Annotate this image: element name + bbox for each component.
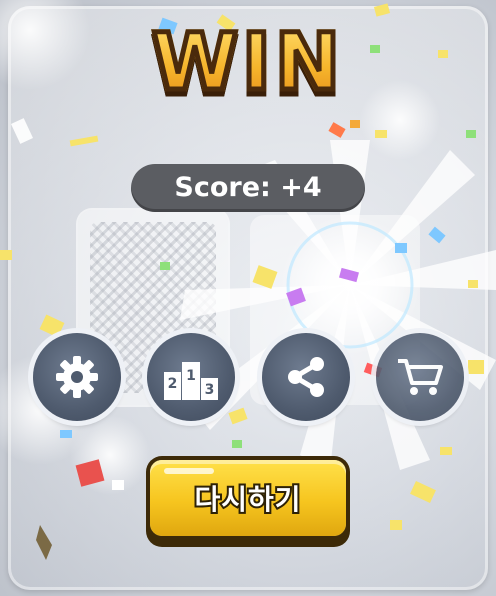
settings-button[interactable] (33, 333, 121, 421)
share-button[interactable] (262, 333, 350, 421)
podium-third: 3 (205, 382, 215, 398)
retry-button[interactable]: 다시하기 (150, 460, 346, 536)
score-badge: Score: +4 (131, 164, 365, 212)
podium-second: 2 (168, 376, 178, 392)
cart-icon (396, 355, 444, 399)
podium-icon: 2 1 3 (164, 354, 218, 400)
ranking-button[interactable]: 2 1 3 (147, 333, 235, 421)
button-shine (164, 468, 214, 474)
podium-first: 1 (186, 368, 196, 384)
win-title: WIN (0, 16, 496, 111)
share-icon (284, 355, 328, 399)
gear-icon (54, 354, 100, 400)
game-result-screen: WIN Score: +4 2 1 3 다시하기 (0, 0, 496, 596)
retry-label: 다시하기 (192, 481, 302, 518)
shop-button[interactable] (376, 333, 464, 421)
